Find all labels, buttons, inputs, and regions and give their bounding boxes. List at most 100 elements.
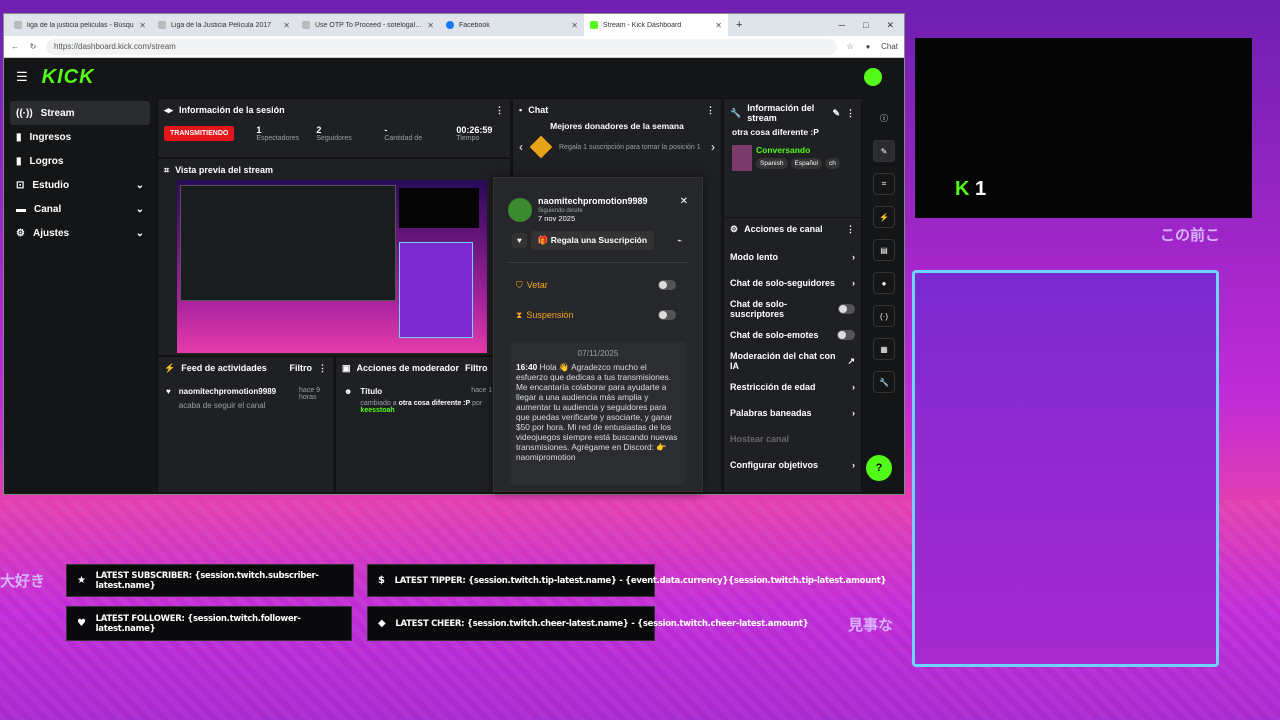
sidebar-item-ajustes[interactable]: ⚙ Ajustes ⌄ — [10, 221, 150, 245]
address-bar: ← ↻ https://dashboard.kick.com/stream ☆ … — [4, 36, 904, 58]
tag: Spanish — [756, 158, 788, 169]
url-field[interactable]: https://dashboard.kick.com/stream — [46, 38, 838, 55]
close-icon[interactable]: ✕ — [427, 21, 434, 30]
user-icon: ☻ — [344, 387, 353, 396]
filter-button[interactable]: Filtro — [465, 363, 488, 373]
tab-facebook[interactable]: Facebook ✕ — [440, 14, 584, 36]
tag: ch — [825, 158, 840, 169]
minimize-button[interactable]: ─ — [839, 20, 845, 31]
edit-icon[interactable]: ✎ — [832, 108, 840, 119]
close-icon[interactable]: ✕ — [283, 21, 290, 30]
copilot-button[interactable]: Chat — [881, 42, 898, 51]
emotes-toggle[interactable] — [837, 330, 855, 340]
more-icon[interactable]: ⋮ — [495, 105, 504, 116]
chevron-right-icon[interactable]: › — [711, 140, 715, 154]
chevron-down-icon: ⌄ — [135, 227, 144, 239]
japanese-text-left: 大好き — [0, 572, 46, 590]
viewer-count: 1 — [975, 178, 987, 200]
timeout-row[interactable]: ⧗ Suspensión — [494, 305, 702, 325]
bolt-icon[interactable]: ⚡ — [873, 206, 895, 228]
close-icon[interactable]: ✕ — [680, 196, 688, 207]
chevron-right-icon: › — [852, 252, 855, 262]
tab-movie[interactable]: Liga de la Justicia Película 2017 ✕ — [152, 14, 296, 36]
back-icon[interactable]: ← — [10, 42, 20, 51]
age-restriction-row[interactable]: Restricción de edad › — [724, 374, 861, 400]
subscribers-toggle[interactable] — [837, 304, 855, 314]
shield-icon: ▣ — [342, 362, 351, 373]
notes-icon[interactable]: ▤ — [873, 239, 895, 261]
japanese-text-right: 見事な — [848, 616, 894, 634]
link-icon[interactable]: ⌁ — [677, 236, 682, 245]
menu-icon[interactable]: ☰ — [16, 69, 28, 85]
star-icon[interactable]: ☆ — [845, 42, 855, 51]
heart-button[interactable]: ♥ — [512, 233, 527, 248]
slow-mode-row[interactable]: Modo lento › — [724, 244, 861, 270]
sidebar: ((·)) Stream ▮ Ingresos ▮ Logros ⊡ Estudio ⌄ … — [10, 101, 150, 245]
layout-icon[interactable]: ▦ — [873, 338, 895, 360]
refresh-icon[interactable]: ↻ — [28, 42, 38, 51]
goals-row[interactable]: Configurar objetivos › — [724, 452, 861, 478]
chevron-left-icon[interactable]: ‹ — [519, 140, 523, 154]
tab-search[interactable]: liga de la justicia peliculas - Búsqu ✕ — [8, 14, 152, 36]
chevron-right-icon: › — [852, 408, 855, 418]
sidebar-item-ingresos[interactable]: ▮ Ingresos — [10, 125, 150, 149]
wrench-icon: 🔧 — [730, 107, 742, 118]
host-channel-row[interactable]: Hostear canal — [724, 426, 861, 452]
close-window-button[interactable]: ✕ — [886, 20, 894, 31]
user-avatar — [508, 197, 532, 222]
ban-toggle[interactable] — [658, 280, 676, 290]
heart-icon: ♥ — [77, 618, 86, 629]
page-icon — [158, 21, 166, 29]
page-icon — [302, 21, 310, 29]
support-button[interactable]: ? — [866, 455, 892, 481]
screen-icon[interactable]: ⌗ — [873, 173, 895, 195]
japanese-text: この前こ — [1160, 226, 1221, 244]
timeout-toggle[interactable] — [658, 310, 676, 320]
kick-icon — [590, 21, 598, 29]
filter-button[interactable]: Filtro — [290, 363, 313, 373]
more-icon[interactable]: ⋮ — [706, 105, 715, 116]
maximize-button[interactable]: □ — [863, 20, 868, 31]
chevron-right-icon: › — [852, 278, 855, 288]
profile-icon[interactable]: ● — [863, 42, 873, 51]
star-icon: ★ — [77, 575, 86, 586]
more-icon[interactable]: ⋮ — [846, 108, 855, 119]
preview-icon: ⌗ — [164, 164, 170, 175]
close-icon[interactable]: ✕ — [139, 21, 146, 30]
money-icon: ▮ — [16, 131, 22, 143]
activity-panel: ⚡ Feed de actividades Filtro ⋮ ♥ naomitechp… — [157, 356, 334, 493]
chevron-right-icon: › — [852, 382, 855, 392]
sidebar-item-canal[interactable]: ▬ Canal ⌄ — [10, 197, 150, 221]
sidebar-item-logros[interactable]: ▮ Logros — [10, 149, 150, 173]
info-icon[interactable]: ⓘ — [873, 107, 895, 129]
camera-frame: K 1 — [915, 38, 1252, 218]
more-icon[interactable]: ⋮ — [318, 363, 327, 374]
kick-logo[interactable]: KICK — [42, 66, 95, 89]
ban-row[interactable]: ⛉ Vetar — [494, 275, 702, 295]
sidebar-item-estudio[interactable]: ⊡ Estudio ⌄ — [10, 173, 150, 197]
banned-words-row[interactable]: Palabras baneadas › — [724, 400, 861, 426]
stream-preview-image — [177, 180, 487, 353]
user-avatar[interactable] — [864, 68, 882, 86]
tab-kick[interactable]: Stream - Kick Dashboard ✕ — [584, 14, 728, 36]
followers-only-row[interactable]: Chat de solo-seguidores › — [724, 270, 861, 296]
emotes-only-row[interactable]: Chat de solo-emotes — [724, 322, 861, 348]
tools-icon[interactable]: 🔧 — [873, 371, 895, 393]
more-icon[interactable]: ⋮ — [846, 224, 855, 235]
edit-icon[interactable]: ✎ — [873, 140, 895, 162]
subscribers-only-row[interactable]: Chat de solo-suscriptores — [724, 296, 861, 322]
chevron-down-icon: ⌄ — [135, 203, 144, 215]
trophy-icon: ▮ — [16, 155, 22, 167]
chat-icon[interactable]: ● — [873, 272, 895, 294]
broadcast-icon[interactable]: (·) — [873, 305, 895, 327]
close-icon[interactable]: ✕ — [715, 21, 722, 30]
sidebar-item-stream[interactable]: ((·)) Stream — [10, 101, 150, 125]
channel-actions-panel: ⚙ Acciones de canal ⋮ Modo lento › Chat de … — [723, 217, 862, 493]
close-icon[interactable]: ✕ — [571, 21, 578, 30]
tab-otp[interactable]: Use OTP To Proceed - sotelogalvir ✕ — [296, 14, 440, 36]
live-badge: TRANSMITIENDO — [164, 126, 235, 141]
new-tab-button[interactable]: + — [728, 19, 750, 31]
gear-icon: ⚙ — [16, 227, 25, 239]
ai-moderation-row[interactable]: Moderación del chat con IA ↗ — [724, 348, 861, 374]
gift-subscription-button[interactable]: 🎁 Regala una Suscripción — [530, 231, 655, 250]
